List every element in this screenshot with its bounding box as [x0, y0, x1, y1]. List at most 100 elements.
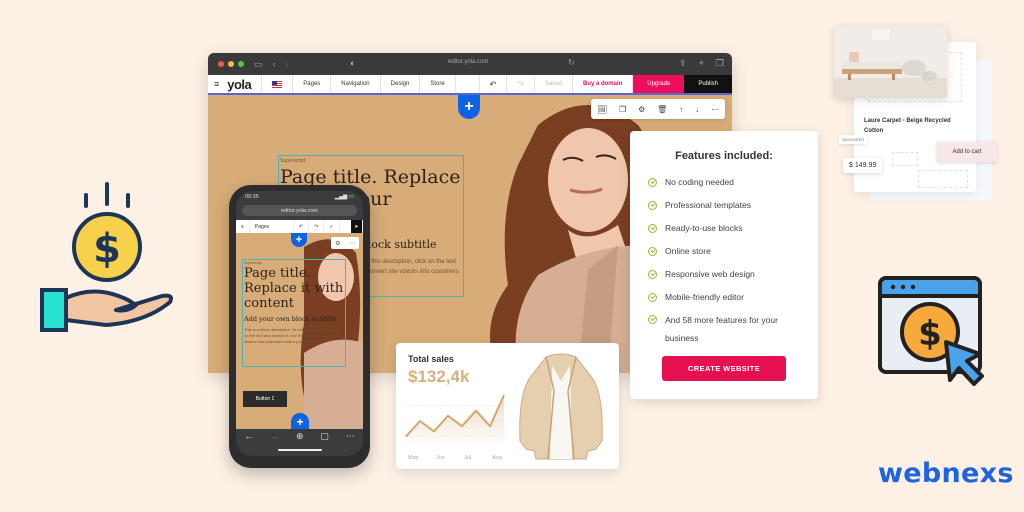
- check-circle-icon: [648, 223, 657, 233]
- product-title: Laure Carpet - Beige Recycled Cotton: [864, 118, 951, 134]
- phone-more-icon[interactable]: ⋯: [346, 431, 355, 442]
- language-selector[interactable]: [262, 75, 294, 93]
- feature-item: And 58 more features for your business: [648, 311, 788, 347]
- phone-block-description: This is a block description. To edit thi…: [244, 327, 343, 344]
- phone-publish-button[interactable]: ➤: [351, 220, 363, 233]
- feature-item: Professional templates: [648, 199, 818, 211]
- phone-page-content: + ⚙ ⋯ Superscript Page title. Replace it…: [236, 233, 363, 429]
- feature-label: Online store: [665, 246, 711, 256]
- phone-menu-icon[interactable]: ≡: [236, 220, 250, 233]
- x-tick-label: Aug: [492, 455, 502, 461]
- phone-block-tools: ⚙ ⋯: [331, 237, 359, 249]
- editor-toolbar: ≡ yola Pages Navigation Design Store ↶ ↷…: [208, 75, 732, 95]
- phone-browser-nav: ← → ⊕ ▢ ⋯: [236, 428, 363, 444]
- phone-text-block[interactable]: Superscript Page title. Replace it with …: [242, 259, 346, 367]
- svg-text:$: $: [93, 226, 121, 272]
- saved-status: Saved: [535, 75, 573, 93]
- feature-item: Ready-to-use blocks: [648, 222, 818, 234]
- phone-undo-icon[interactable]: ↶: [294, 220, 310, 233]
- signal-battery-icon: ▂▄▆ ▭: [334, 194, 354, 200]
- more-icon[interactable]: ⋯: [349, 240, 355, 247]
- feature-label: Mobile-friendly editor: [665, 292, 744, 302]
- block-superscript: Superscript: [280, 158, 306, 164]
- minimize-window-button[interactable]: [228, 61, 234, 67]
- publish-button[interactable]: Publish: [684, 75, 732, 93]
- jacket-product-image: [519, 353, 603, 460]
- share-icon[interactable]: ⇪: [679, 58, 687, 69]
- phone-time: 09:35: [245, 194, 259, 200]
- features-card: Features included: No coding needed Prof…: [630, 131, 818, 399]
- phone-block-superscript: Superscript: [244, 261, 262, 265]
- total-sales-card: Total sales $132,4k May Jun Jul Aug: [396, 343, 619, 469]
- maximize-window-button[interactable]: [238, 61, 244, 67]
- phone-button-1[interactable]: Button 1: [243, 391, 287, 407]
- phone-saved-icon: ✓: [324, 220, 340, 233]
- yola-logo: yola: [225, 75, 263, 93]
- check-circle-icon: [648, 200, 657, 210]
- add-to-cart-button[interactable]: Add to cart: [937, 142, 997, 162]
- arrow-down-icon[interactable]: ↓: [695, 105, 699, 114]
- phone-address-bar[interactable]: editor.yola.com: [242, 205, 357, 216]
- phone-url-text: editor.yola.com: [281, 207, 318, 214]
- us-flag-icon: [272, 80, 283, 88]
- new-tab-icon[interactable]: +: [699, 58, 704, 69]
- undo-icon[interactable]: ↶: [478, 75, 508, 93]
- phone-editor-toolbar: ≡ Pages ↶ ↷ ✓ ➤: [236, 220, 363, 233]
- tab-store[interactable]: Store: [420, 75, 456, 93]
- add-block-button[interactable]: +: [458, 95, 480, 119]
- gear-icon[interactable]: ⚙: [638, 105, 645, 114]
- product-image: [834, 26, 947, 98]
- feature-item: Mobile-friendly editor: [648, 291, 818, 303]
- tabs-overview-icon[interactable]: ❐: [716, 58, 724, 69]
- hand-coin-icon: $: [40, 182, 173, 332]
- phone-title-line: Page title.: [244, 266, 311, 281]
- reload-icon[interactable]: ↻: [568, 58, 575, 67]
- phone-block-subtitle: Add your own block subtitle: [244, 315, 337, 323]
- feature-label: Professional templates: [665, 200, 751, 210]
- phone-redo-icon[interactable]: ↷: [309, 220, 325, 233]
- sponsored-badge: Sponsored: [839, 135, 867, 144]
- tab-navigation[interactable]: Navigation: [331, 75, 381, 93]
- forward-icon[interactable]: ›: [286, 59, 289, 69]
- block-toolbar: 🖼 ❐ ⚙ 🗑 ↑ ↓ ⋯: [591, 99, 725, 119]
- duplicate-icon[interactable]: ❐: [619, 105, 626, 114]
- bedroom-photo: [834, 26, 947, 98]
- x-tick-label: Jun: [436, 455, 445, 461]
- feature-item: No coding needed: [648, 176, 818, 188]
- more-icon[interactable]: ⋯: [711, 105, 719, 114]
- phone-forward-icon[interactable]: →: [270, 431, 279, 441]
- mobile-phone-mockup: 09:35 ▂▄▆ ▭ editor.yola.com ≡ Pages ↶ ↷ …: [229, 185, 370, 468]
- phone-new-tab-icon[interactable]: ⊕: [296, 431, 304, 442]
- redo-icon[interactable]: ↷: [507, 75, 535, 93]
- sidebar-icon[interactable]: ▭: [254, 59, 263, 70]
- phone-tabs-icon[interactable]: ▢: [320, 431, 329, 442]
- phone-status-bar: 09:35 ▂▄▆ ▭: [236, 191, 363, 203]
- upgrade-button[interactable]: Upgrade: [633, 75, 685, 93]
- create-website-button[interactable]: CREATE WEBSITE: [662, 356, 786, 381]
- arrow-up-icon[interactable]: ↑: [679, 105, 683, 114]
- check-circle-icon: [648, 292, 657, 302]
- back-icon[interactable]: ‹: [273, 59, 276, 69]
- tab-design[interactable]: Design: [381, 75, 421, 93]
- feature-label: Responsive web design: [665, 269, 755, 279]
- close-window-button[interactable]: [218, 61, 224, 67]
- menu-icon[interactable]: ≡: [208, 75, 225, 93]
- image-icon[interactable]: 🖼: [597, 105, 607, 114]
- placeholder-box: [918, 170, 968, 188]
- phone-back-icon[interactable]: ←: [244, 431, 253, 441]
- feature-label: No coding needed: [665, 177, 735, 187]
- trash-icon[interactable]: 🗑: [657, 105, 667, 114]
- features-list: No coding needed Professional templates …: [648, 176, 818, 347]
- webnexs-logo: webnexs: [878, 458, 1014, 489]
- feature-label: And 58 more features for your business: [665, 315, 778, 343]
- gear-icon[interactable]: ⚙: [335, 240, 340, 247]
- product-price: $ 149.99: [843, 158, 883, 173]
- privacy-shield-icon[interactable]: ◐: [350, 58, 355, 68]
- x-tick-label: Jul: [464, 455, 471, 461]
- phone-add-block-bottom-button[interactable]: +: [291, 413, 309, 429]
- tab-pages[interactable]: Pages: [293, 75, 332, 93]
- browser-chrome: ▭ ‹ › ◐ editor.yola.com ↻ ⇪ + ❐: [208, 53, 732, 75]
- phone-pages-tab[interactable]: Pages: [250, 220, 294, 233]
- buy-domain-button[interactable]: Buy a domain: [573, 75, 634, 93]
- address-bar[interactable]: editor.yola.com: [448, 59, 488, 65]
